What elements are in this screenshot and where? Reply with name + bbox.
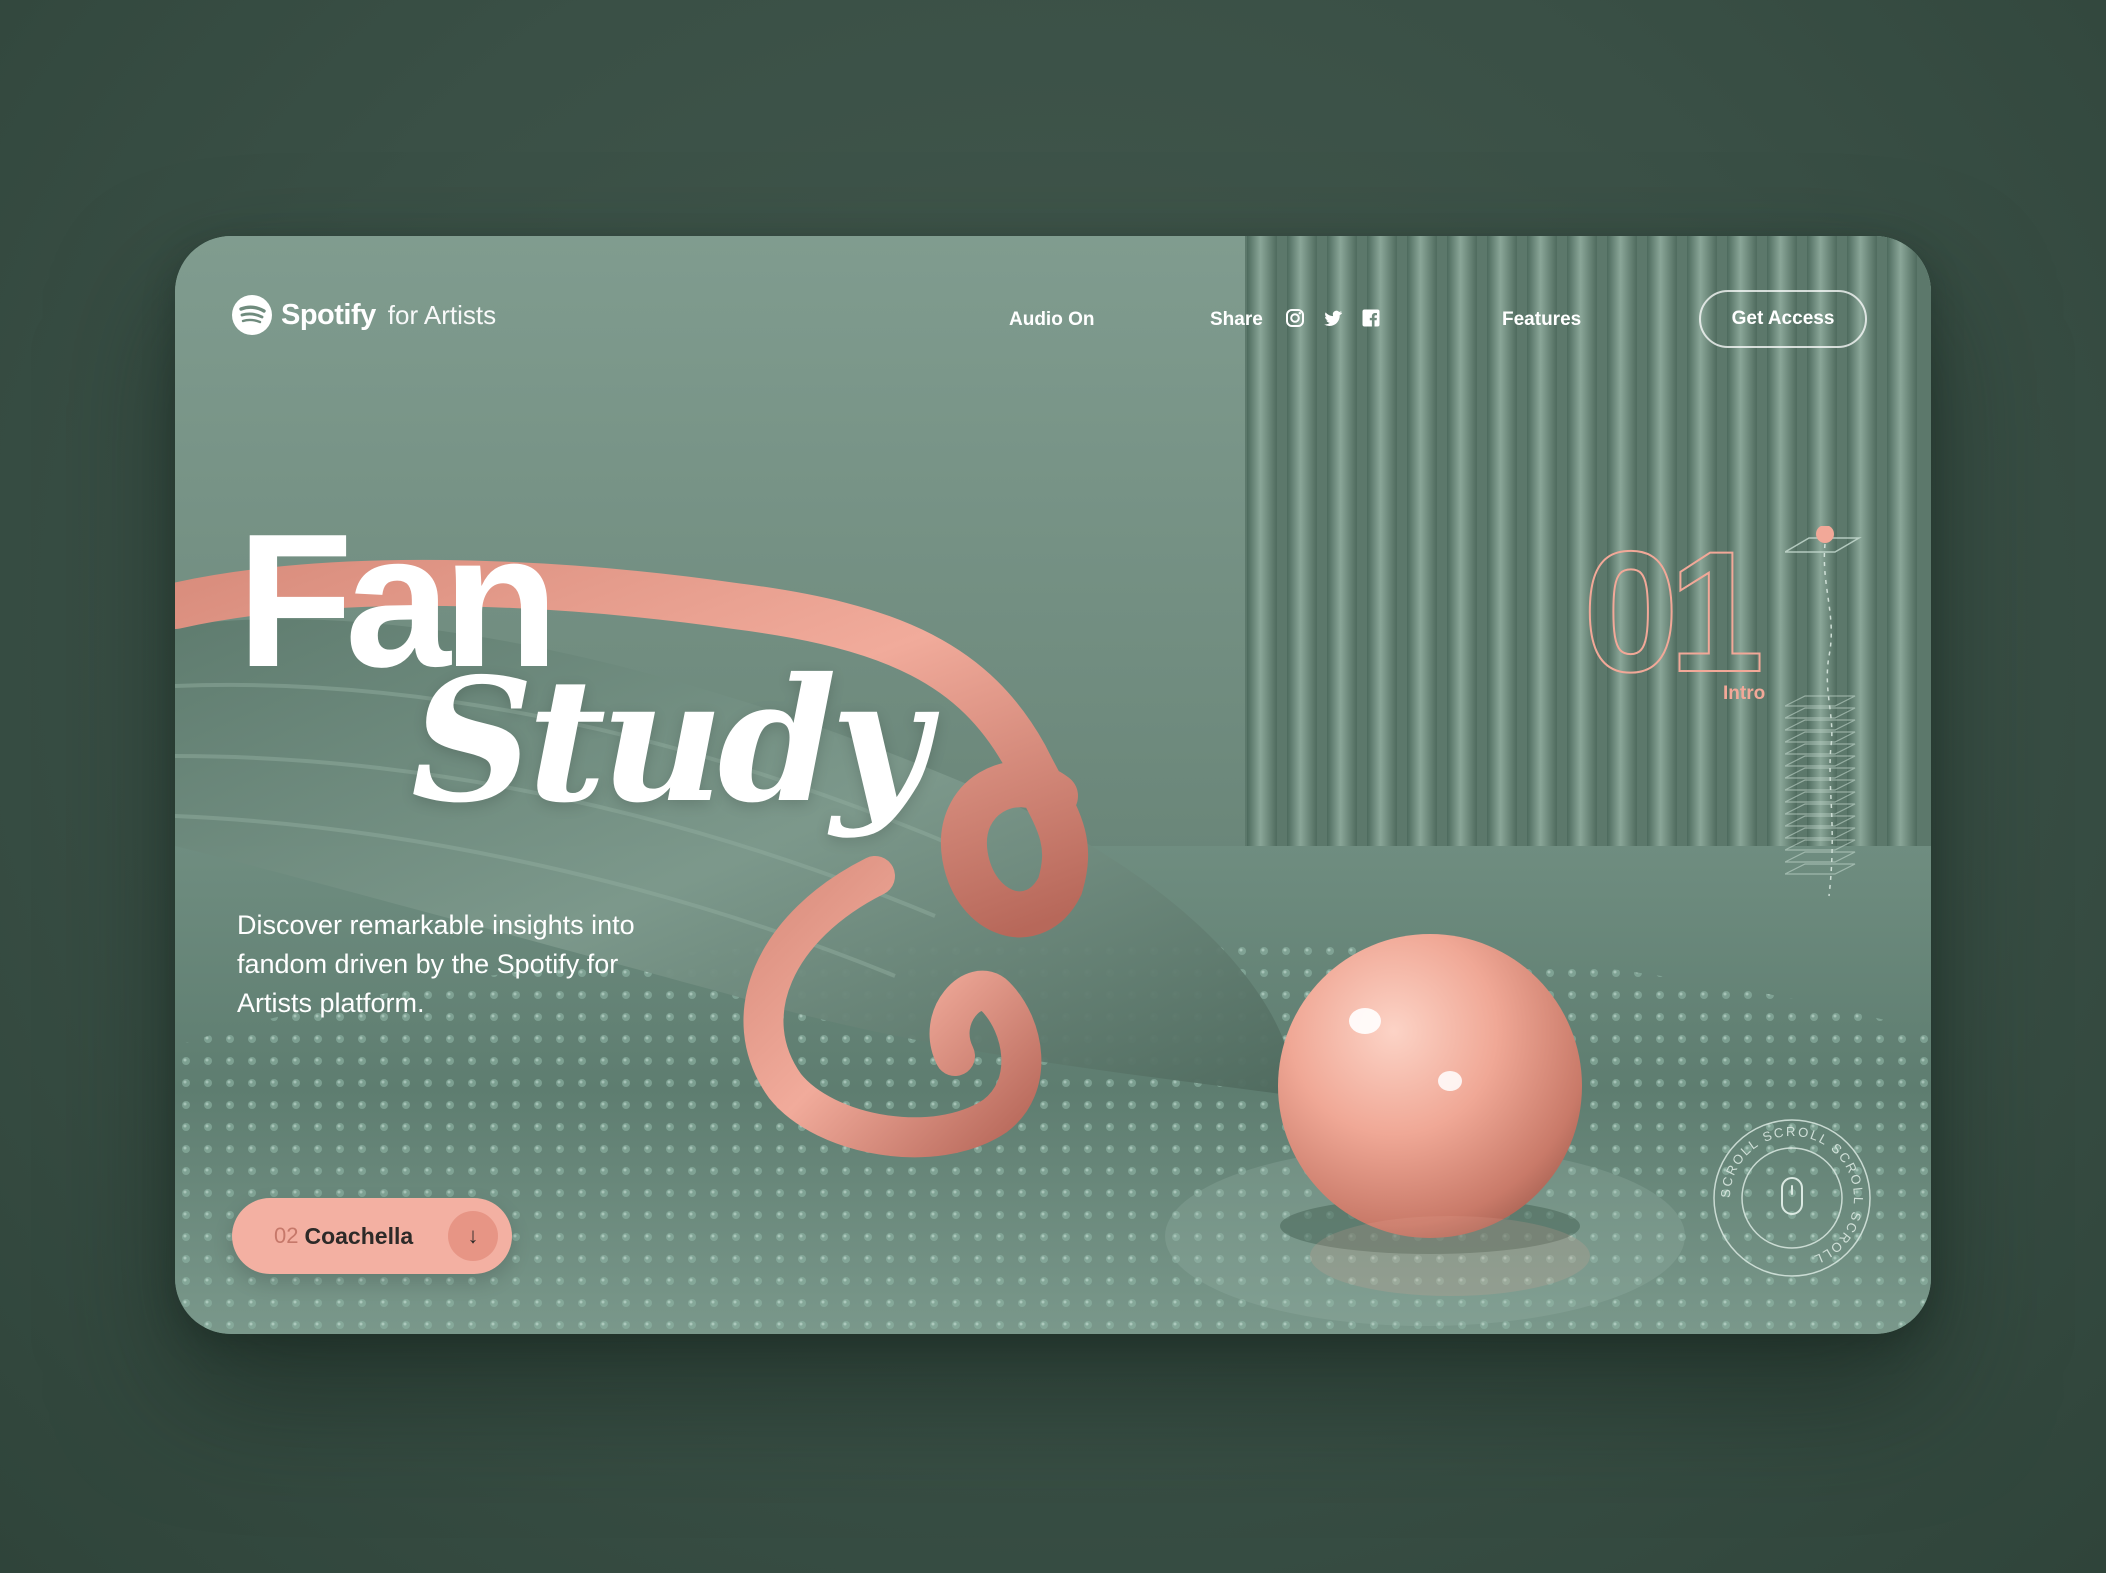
hero-tagline: Discover remarkable insights into fandom…: [237, 910, 635, 1018]
scroll-badge-text: SCROLL SCROLL SCROLL SCROLL: [1718, 1124, 1864, 1268]
social-links: [1285, 308, 1381, 328]
twitter-icon[interactable]: [1323, 308, 1343, 328]
spotify-logo-icon: [232, 295, 272, 335]
hero-title-line2: Study: [411, 641, 930, 841]
share-label: Share: [1210, 309, 1263, 330]
section-label: Intro: [1723, 683, 1766, 704]
brand-logo[interactable]: Spotify for Artists: [231, 294, 496, 336]
hero-card: Spotify for Artists Audio On Share Featu…: [175, 236, 1931, 1334]
features-link[interactable]: Features: [1502, 309, 1581, 331]
arrow-down-icon: ↓: [448, 1211, 498, 1261]
instagram-icon[interactable]: [1285, 308, 1305, 328]
scroll-badge[interactable]: SCROLL SCROLL SCROLL SCROLL: [1710, 1116, 1874, 1280]
get-access-button[interactable]: Get Access: [1699, 290, 1867, 348]
section-progress-indicator: [1785, 526, 1862, 897]
section-number: 01: [1582, 516, 1765, 708]
brand-name: Spotify: [281, 298, 376, 331]
brand-suffix: for Artists: [387, 299, 497, 330]
next-section-number: 02: [274, 1223, 299, 1248]
mouse-icon: [1781, 1177, 1803, 1215]
svg-text:SCROLL SCROLL SCROLL SCROLL: SCROLL SCROLL SCROLL SCROLL: [1718, 1124, 1866, 1268]
audio-toggle[interactable]: Audio On: [1009, 309, 1094, 331]
next-section-button[interactable]: 02 Coachella ↓: [232, 1198, 512, 1274]
next-section-label: Coachella: [304, 1222, 414, 1249]
facebook-icon[interactable]: [1361, 308, 1381, 328]
